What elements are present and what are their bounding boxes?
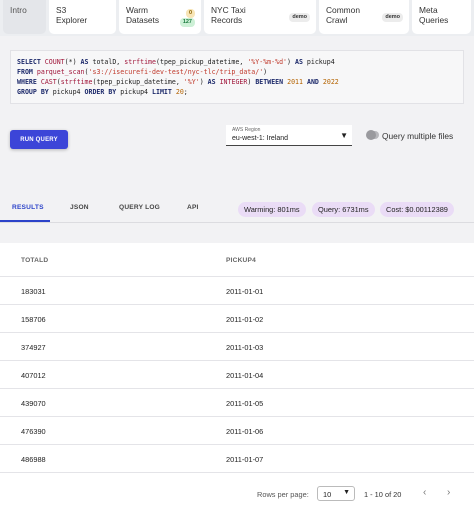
sql-line-2: FROM parquet_scan('s3://isecurefi-dev-te… xyxy=(17,68,268,76)
tab-label: Meta xyxy=(419,5,438,15)
tab-s3-explorer[interactable]: S3 Explorer xyxy=(49,0,116,34)
cell-totald: 476390 xyxy=(21,427,46,436)
tab-common-crawl[interactable]: Common Crawl demo xyxy=(319,0,409,34)
tab-label: S3 xyxy=(56,5,67,15)
rows-per-page-value: 10 xyxy=(323,490,332,499)
table-row: 407012 2011-01-04 xyxy=(0,361,474,389)
rows-per-page-select[interactable]: 10 ▼ xyxy=(317,486,355,501)
sql-editor[interactable]: SELECT COUNT(*) AS totalD, strftime(tpep… xyxy=(10,50,464,104)
sql-line-4: GROUP BY pickup4 ORDER BY pickup4 LIMIT … xyxy=(17,88,188,96)
table-row: 158706 2011-01-02 xyxy=(0,305,474,333)
sql-line-1: SELECT COUNT(*) AS totalD, strftime(tpep… xyxy=(17,58,335,66)
cell-totald: 486988 xyxy=(21,455,46,464)
sql-line-3: WHERE CAST(strftime(tpep_pickup_datetime… xyxy=(17,78,339,86)
toggle-knob[interactable] xyxy=(366,130,376,140)
aws-region-select[interactable]: AWS Region eu-west-1: Ireland ▼ xyxy=(226,125,352,146)
cell-pickup4: 2011-01-03 xyxy=(226,343,264,352)
warming-count-badge: 0 xyxy=(185,9,195,18)
cell-totald: 439070 xyxy=(21,399,46,408)
query-multiple-files-label: Query multiple files xyxy=(382,131,454,141)
tab-warm-datasets[interactable]: Warm Datasets 0 127 xyxy=(119,0,201,34)
table-row: 439070 2011-01-05 xyxy=(0,389,474,417)
tab-label: Warm xyxy=(126,5,149,15)
tab-nyc-taxi-records[interactable]: NYC Taxi Records demo xyxy=(204,0,316,34)
tab-json[interactable]: JSON xyxy=(70,204,89,211)
caret-down-icon: ▼ xyxy=(340,131,348,140)
top-tab-bar: Intro S3 Explorer Warm Datasets 0 127 NY… xyxy=(0,0,474,36)
run-query-button[interactable]: RUN QUERY xyxy=(10,130,68,149)
cell-totald: 183031 xyxy=(21,287,46,296)
table-header: TOTALD PICKUP4 xyxy=(0,243,474,277)
page-range: 1 - 10 of 20 xyxy=(364,490,402,499)
tab-label: Explorer xyxy=(56,15,88,25)
warm-count-badge: 127 xyxy=(179,18,195,27)
tab-api[interactable]: API xyxy=(187,204,199,211)
column-header-pickup4[interactable]: PICKUP4 xyxy=(226,257,256,264)
table-row: 374927 2011-01-03 xyxy=(0,333,474,361)
demo-badge: demo xyxy=(289,13,310,22)
query-time-badge: Query: 6731ms xyxy=(312,202,375,217)
warming-time-badge: Warming: 801ms xyxy=(238,202,306,217)
active-tab-indicator xyxy=(0,220,50,222)
tab-results[interactable]: RESULTS xyxy=(12,204,44,211)
tab-label: Queries xyxy=(419,15,449,25)
column-header-totald[interactable]: TOTALD xyxy=(21,257,48,264)
tab-label: Intro xyxy=(10,5,27,15)
cell-pickup4: 2011-01-02 xyxy=(226,315,264,324)
cost-badge: Cost: $0.00112389 xyxy=(380,202,454,217)
cell-totald: 407012 xyxy=(21,371,46,380)
caret-down-icon: ▼ xyxy=(343,489,350,496)
tab-meta-queries[interactable]: Meta Queries xyxy=(412,0,471,34)
cell-pickup4: 2011-01-07 xyxy=(226,455,264,464)
table-row: 183031 2011-01-01 xyxy=(0,277,474,305)
tab-intro[interactable]: Intro xyxy=(3,0,46,34)
aws-region-label: AWS Region xyxy=(232,127,261,133)
next-page-icon[interactable]: › xyxy=(447,487,450,498)
table-row: 486988 2011-01-07 xyxy=(0,445,474,473)
demo-badge: demo xyxy=(382,13,403,22)
cell-pickup4: 2011-01-01 xyxy=(226,287,264,296)
cell-totald: 158706 xyxy=(21,315,46,324)
cell-pickup4: 2011-01-06 xyxy=(226,427,264,436)
previous-page-icon[interactable]: ‹ xyxy=(423,487,426,498)
cell-totald: 374927 xyxy=(21,343,46,352)
results-table: TOTALD PICKUP4 183031 2011-01-01 158706 … xyxy=(0,243,474,479)
pagination: Rows per page: 10 ▼ 1 - 10 of 20 ‹ › xyxy=(0,479,474,507)
rows-per-page-label: Rows per page: xyxy=(257,490,309,499)
aws-region-value: eu-west-1: Ireland xyxy=(232,135,289,142)
tab-query-log[interactable]: QUERY LOG xyxy=(119,204,160,211)
table-row: 476390 2011-01-06 xyxy=(0,417,474,445)
cell-pickup4: 2011-01-05 xyxy=(226,399,264,408)
cell-pickup4: 2011-01-04 xyxy=(226,371,264,380)
